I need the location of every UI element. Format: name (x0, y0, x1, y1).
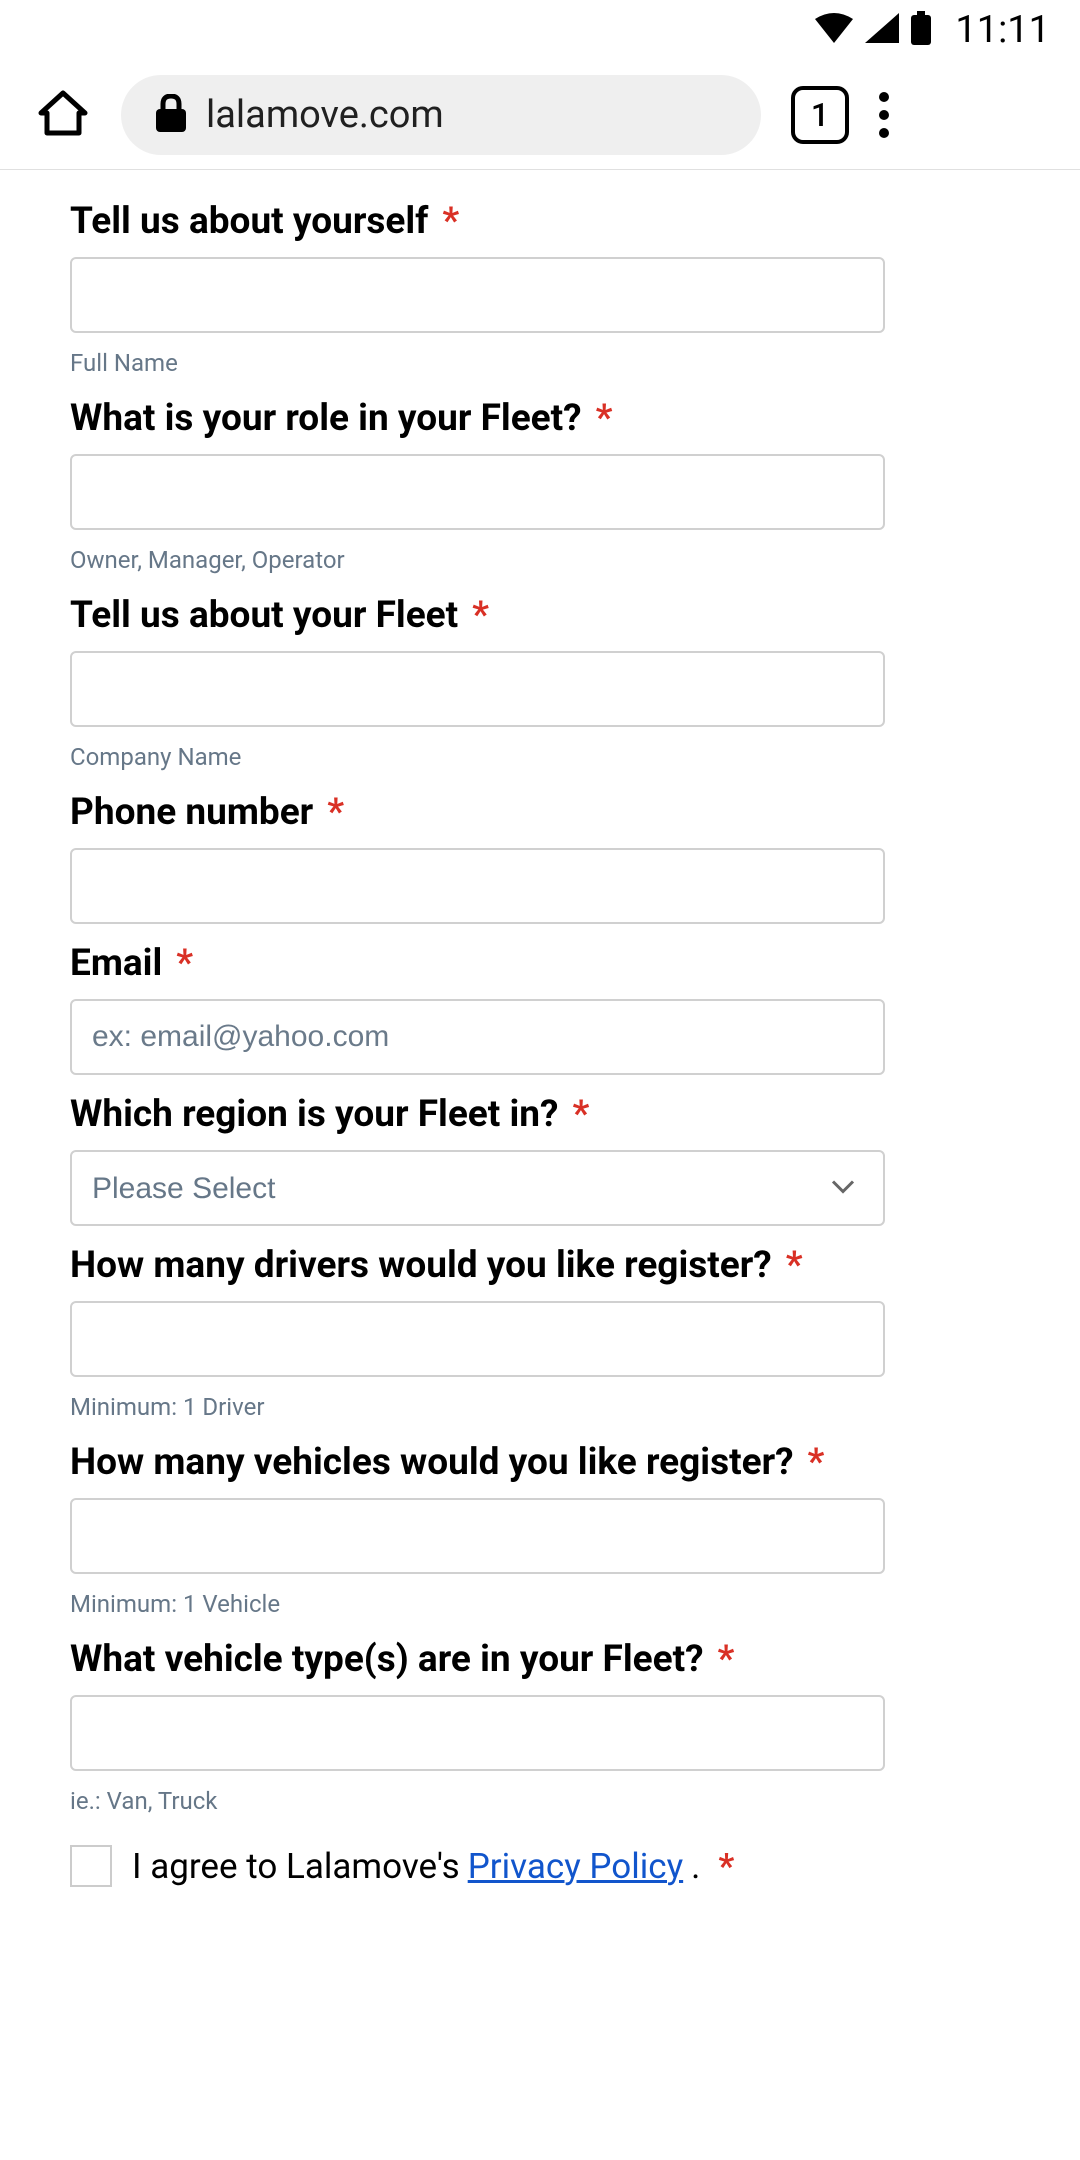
consent-checkbox[interactable] (70, 1845, 112, 1887)
field-role: What is your role in your Fleet? * Owner… (70, 397, 1010, 574)
field-sublabel: Minimum: 1 Driver (70, 1393, 1010, 1421)
tab-count: 1 (811, 96, 829, 134)
required-icon: * (596, 397, 613, 440)
home-icon[interactable] (35, 85, 91, 145)
field-sublabel: Company Name (70, 743, 1010, 771)
consent-row: I agree to Lalamove's Privacy Policy. * (70, 1845, 1010, 1887)
required-icon: * (718, 1638, 735, 1681)
drivers-input[interactable] (70, 1301, 885, 1377)
field-label: What is your role in your Fleet? * (70, 397, 1010, 440)
field-sublabel: Owner, Manager, Operator (70, 546, 1010, 574)
battery-icon (911, 11, 931, 49)
company-name-input[interactable] (70, 651, 885, 727)
address-bar[interactable]: lalamove.com (121, 75, 761, 155)
field-phone: Phone number * (70, 791, 1010, 924)
signal-icon (865, 13, 899, 47)
consent-label: I agree to Lalamove's Privacy Policy. * (132, 1846, 734, 1887)
tabs-button[interactable]: 1 (791, 86, 849, 144)
required-icon: * (327, 791, 344, 834)
form-content: Tell us about yourself * Full Name What … (0, 170, 1080, 1887)
field-vehicles: How many vehicles would you like registe… (70, 1441, 1010, 1618)
vehicle-types-input[interactable] (70, 1695, 885, 1771)
field-label: What vehicle type(s) are in your Fleet? … (70, 1638, 1010, 1681)
field-label: Phone number * (70, 791, 1010, 834)
required-icon: * (572, 1093, 589, 1136)
field-label: Which region is your Fleet in? * (70, 1093, 1010, 1136)
lock-icon (156, 94, 186, 136)
field-label: Email * (70, 942, 1010, 985)
menu-icon[interactable] (879, 92, 889, 138)
status-time: 11:11 (955, 8, 1050, 52)
url-text: lalamove.com (206, 93, 444, 137)
status-bar: 11:11 (0, 0, 1080, 60)
region-select[interactable]: Please Select (70, 1150, 885, 1226)
field-email: Email * (70, 942, 1010, 1075)
field-about-yourself: Tell us about yourself * Full Name (70, 200, 1010, 377)
field-label: Tell us about your Fleet * (70, 594, 1010, 637)
required-icon: * (472, 594, 489, 637)
field-region: Which region is your Fleet in? * Please … (70, 1093, 1010, 1226)
field-vehicle-types: What vehicle type(s) are in your Fleet? … (70, 1638, 1010, 1815)
email-input[interactable] (70, 999, 885, 1075)
field-label: How many drivers would you like register… (70, 1244, 1010, 1287)
required-icon: * (786, 1244, 803, 1287)
field-sublabel: Minimum: 1 Vehicle (70, 1590, 1010, 1618)
role-input[interactable] (70, 454, 885, 530)
full-name-input[interactable] (70, 257, 885, 333)
field-drivers: How many drivers would you like register… (70, 1244, 1010, 1421)
required-icon: * (808, 1441, 825, 1484)
field-sublabel: ie.: Van, Truck (70, 1787, 1010, 1815)
required-icon: * (176, 942, 193, 985)
privacy-policy-link[interactable]: Privacy Policy (468, 1846, 683, 1887)
required-icon: * (442, 200, 459, 243)
vehicles-input[interactable] (70, 1498, 885, 1574)
wifi-icon (815, 13, 853, 47)
browser-bar: lalamove.com 1 (0, 60, 1080, 170)
field-sublabel: Full Name (70, 349, 1010, 377)
field-about-fleet: Tell us about your Fleet * Company Name (70, 594, 1010, 771)
phone-input[interactable] (70, 848, 885, 924)
field-label: How many vehicles would you like registe… (70, 1441, 1010, 1484)
required-icon: * (718, 1846, 734, 1887)
field-label: Tell us about yourself * (70, 200, 1010, 243)
